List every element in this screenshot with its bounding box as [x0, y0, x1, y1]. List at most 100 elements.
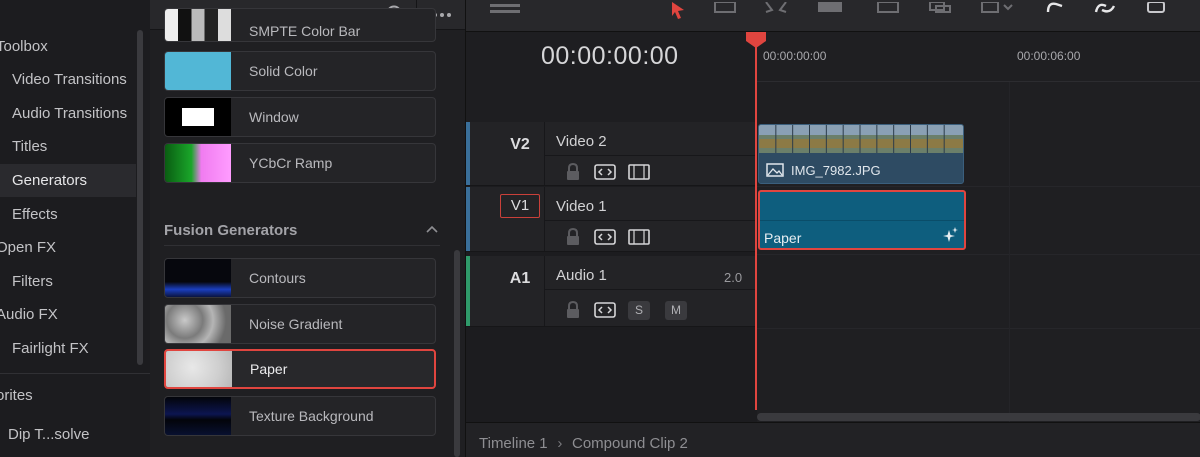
generator-window[interactable]: Window — [164, 97, 436, 137]
generator-label: Texture Background — [249, 408, 374, 424]
image-icon — [766, 163, 784, 177]
clip-filmstrip — [759, 125, 963, 153]
track-divider — [544, 256, 545, 326]
timecode-display[interactable]: 00:00:00:00 — [541, 42, 679, 71]
generator-thumbnail — [166, 351, 232, 387]
effects-category-panel: Toolbox Video Transitions Audio Transiti… — [0, 0, 150, 457]
breadcrumb-bar: Timeline 1 › Compound Clip 2 — [466, 422, 1200, 457]
insert-clip-icon[interactable] — [874, 2, 902, 22]
generator-smpte-color-bar[interactable]: SMPTE Color Bar — [164, 8, 436, 42]
generator-label: Noise Gradient — [249, 316, 343, 332]
blade-edit-icon[interactable] — [816, 2, 844, 22]
auto-select-icon[interactable] — [594, 228, 616, 246]
generators-panel: SMPTE Color Bar Solid Color Window YCbCr… — [150, 0, 465, 457]
video-clip-img[interactable]: IMG_7982.JPG — [758, 124, 964, 184]
lock-icon[interactable] — [562, 163, 584, 181]
track-color-stripe — [466, 256, 470, 326]
generator-thumbnail — [165, 144, 231, 182]
favorites-divider — [0, 373, 150, 374]
timeline-horizontal-scrollbar[interactable] — [757, 413, 1200, 421]
generator-contours[interactable]: Contours — [164, 258, 436, 298]
clip-label: Paper — [764, 230, 802, 246]
category-scrollbar[interactable] — [137, 30, 143, 365]
favorites-header[interactable]: orites — [0, 379, 150, 412]
track-header-v1[interactable]: V1 Video 1 — [466, 187, 756, 252]
lane-divider — [757, 254, 1200, 255]
track-visibility-icon[interactable] — [628, 228, 650, 246]
timeline-view-options-icon[interactable] — [488, 2, 522, 22]
generator-texture-background[interactable]: Texture Background — [164, 396, 436, 436]
generator-label: Paper — [250, 361, 288, 377]
playhead-handle-icon[interactable] — [746, 32, 766, 48]
track-id-target[interactable]: V1 — [500, 194, 540, 218]
snapping-icon[interactable] — [1042, 2, 1070, 22]
lock-icon[interactable] — [562, 301, 584, 319]
category-filters[interactable]: Filters — [0, 265, 136, 298]
breadcrumb-timeline[interactable]: Timeline 1 — [479, 435, 548, 452]
track-volume[interactable]: 2.0 — [724, 270, 742, 285]
category-toolbox[interactable]: Toolbox — [0, 30, 136, 63]
track-id[interactable]: V2 — [500, 136, 540, 154]
track-divider — [544, 122, 545, 185]
generator-noise-gradient[interactable]: Noise Gradient — [164, 304, 436, 344]
track-header-v2[interactable]: V2 Video 2 — [466, 122, 756, 186]
fusion-generators-header[interactable]: Fusion Generators — [164, 218, 440, 246]
generator-label: Window — [249, 109, 299, 125]
timeline-ruler[interactable]: 00:00:00:00 00:00:06:00 — [757, 32, 1200, 82]
timeline-track-canvas[interactable]: IMG_7982.JPG Paper — [757, 82, 1200, 422]
solo-button[interactable]: S — [628, 301, 650, 320]
track-visibility-icon[interactable] — [628, 163, 650, 181]
timeline-area: 00:00:00:00 V2 Video 2 V1 Video 1 A1 Aud… — [465, 0, 1200, 457]
generator-paper[interactable]: Paper — [164, 349, 436, 389]
lock-icon[interactable] — [562, 228, 584, 246]
category-titles[interactable]: Titles — [0, 130, 136, 163]
track-name[interactable]: Audio 1 — [556, 267, 607, 284]
breadcrumb: Timeline 1 › Compound Clip 2 — [479, 435, 688, 452]
category-audio-transitions[interactable]: Audio Transitions — [0, 97, 136, 130]
generator-label: YCbCr Ramp — [249, 155, 333, 171]
mute-button[interactable]: M — [665, 301, 687, 320]
track-name[interactable]: Video 2 — [556, 133, 607, 150]
replace-clip-icon[interactable] — [978, 2, 1014, 22]
lane-divider — [757, 328, 1200, 329]
linked-selection-icon[interactable] — [1090, 2, 1118, 22]
track-color-stripe — [466, 122, 470, 185]
auto-select-icon[interactable] — [594, 301, 616, 319]
generators-scrollbar[interactable] — [454, 250, 460, 457]
auto-select-icon[interactable] — [594, 163, 616, 181]
track-header-a1[interactable]: A1 Audio 1 2.0 S M — [466, 256, 756, 327]
category-open-fx[interactable]: Open FX — [0, 231, 136, 264]
selection-pointer-icon[interactable] — [666, 2, 688, 22]
generator-thumbnail — [165, 52, 231, 90]
grid-line — [1009, 82, 1010, 422]
track-color-stripe — [466, 187, 470, 251]
category-video-transitions[interactable]: Video Transitions — [0, 63, 136, 96]
position-lock-icon[interactable] — [1142, 2, 1170, 22]
generator-thumbnail — [165, 305, 231, 343]
playhead[interactable] — [755, 40, 757, 410]
generator-thumbnail — [165, 259, 231, 297]
category-generators[interactable]: Generators — [0, 164, 136, 197]
generator-solid-color[interactable]: Solid Color — [164, 51, 436, 91]
chevron-right-icon: › — [557, 435, 563, 452]
generator-clip-paper[interactable]: Paper — [758, 190, 966, 250]
favorite-item[interactable]: Dip T...solve — [0, 418, 136, 451]
track-id[interactable]: A1 — [500, 270, 540, 288]
chevron-up-icon[interactable] — [424, 222, 440, 238]
category-effects[interactable]: Effects — [0, 198, 136, 231]
overwrite-clip-icon[interactable] — [926, 2, 954, 22]
timeline-toolbar — [466, 0, 1200, 32]
category-audio-fx[interactable]: Audio FX — [0, 298, 136, 331]
clip-label: IMG_7982.JPG — [791, 163, 881, 178]
trim-edit-icon[interactable] — [711, 2, 739, 22]
generator-ycbcr-ramp[interactable]: YCbCr Ramp — [164, 143, 436, 183]
generator-label: Solid Color — [249, 63, 318, 79]
generator-label: Contours — [249, 270, 306, 286]
track-name[interactable]: Video 1 — [556, 198, 607, 215]
clip-divider — [760, 220, 964, 221]
track-divider — [544, 289, 756, 290]
dynamic-trim-icon[interactable] — [762, 2, 790, 22]
generator-thumbnail — [165, 9, 231, 41]
category-fairlight-fx[interactable]: Fairlight FX — [0, 332, 136, 365]
breadcrumb-compound-clip[interactable]: Compound Clip 2 — [572, 435, 688, 452]
